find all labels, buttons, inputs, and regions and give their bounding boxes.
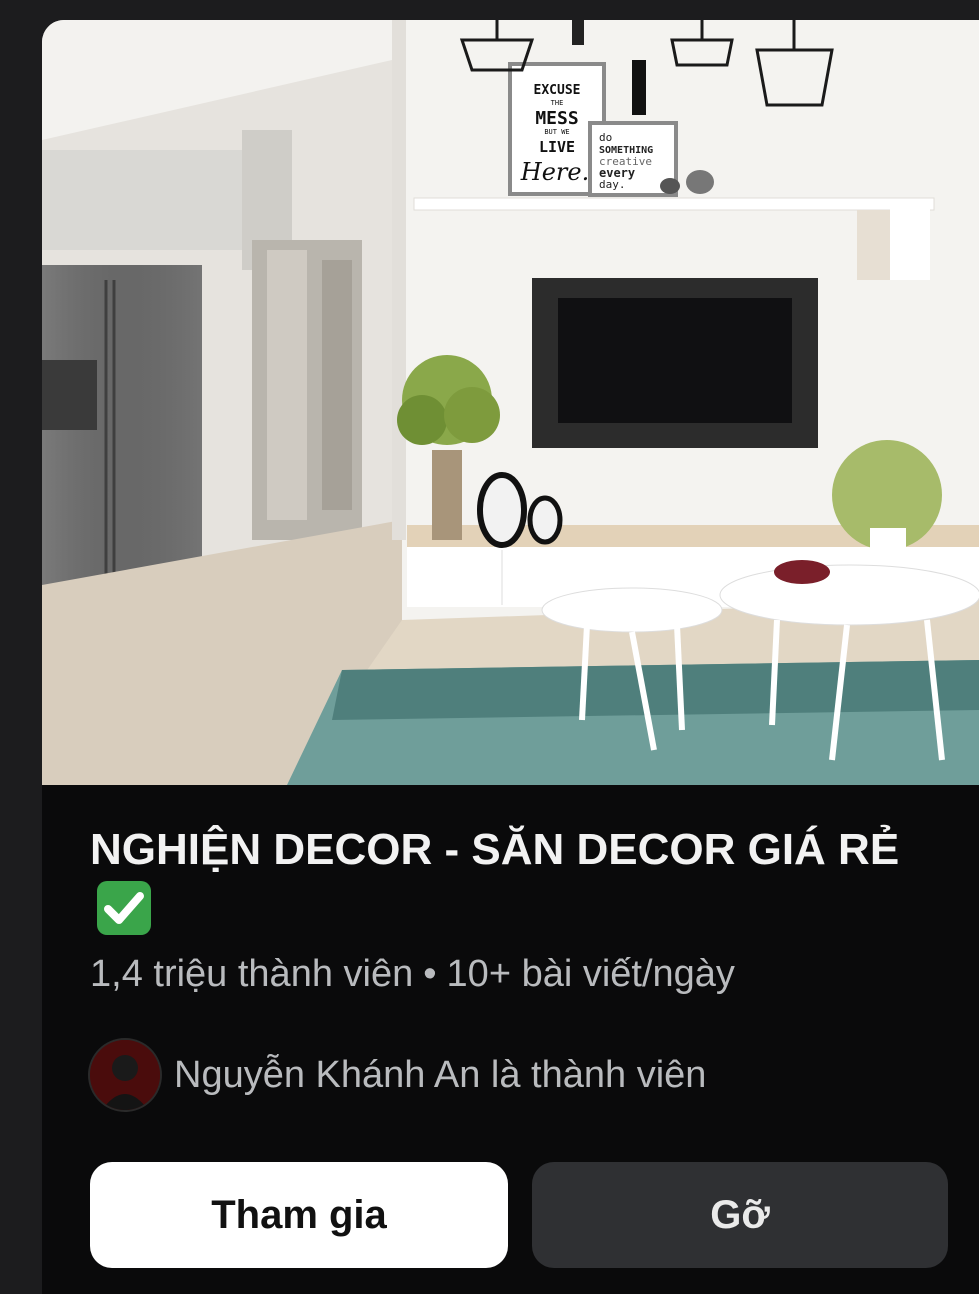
- join-button[interactable]: Tham gia: [90, 1162, 508, 1268]
- sign-line-3: MESS: [535, 108, 578, 129]
- sign2-line-5: day.: [599, 178, 626, 191]
- group-suggestion-card[interactable]: EXCUSE THE MESS BUT WE LIVE Here. do SOM…: [42, 20, 979, 1294]
- join-button-label: Tham gia: [211, 1192, 387, 1237]
- group-stats: 1,4 triệu thành viên • 10+ bài viết/ngày: [90, 950, 735, 998]
- group-cover-photo[interactable]: EXCUSE THE MESS BUT WE LIVE Here. do SOM…: [42, 20, 979, 785]
- living-room-image: EXCUSE THE MESS BUT WE LIVE Here. do SOM…: [42, 20, 979, 785]
- sign-line-5: LIVE: [539, 138, 575, 156]
- sign-line-6: Here.: [520, 158, 589, 186]
- sign-line-4: BUT WE: [544, 128, 569, 136]
- sign-line-1: EXCUSE: [534, 83, 581, 98]
- group-title[interactable]: NGHIỆN DECOR - SĂN DECOR GIÁ RẺ: [90, 822, 930, 940]
- separator-dot: •: [423, 953, 437, 995]
- avatar[interactable]: [90, 1040, 160, 1110]
- remove-button-label: Gỡ: [710, 1192, 770, 1237]
- person-silhouette-icon: [90, 1040, 160, 1110]
- friend-member-text: Nguyễn Khánh An là thành viên: [174, 1053, 707, 1096]
- remove-button[interactable]: Gỡ: [532, 1162, 948, 1268]
- sign-line-2: THE: [551, 99, 564, 107]
- post-frequency: 10+ bài viết/ngày: [446, 953, 735, 995]
- check-mark-button-icon: [97, 881, 151, 935]
- member-count: 1,4 triệu thành viên: [90, 953, 414, 995]
- sign2-line-1: do: [599, 131, 612, 144]
- group-title-text[interactable]: NGHIỆN DECOR - SĂN DECOR GIÁ RẺ: [90, 825, 899, 874]
- friend-member-row: Nguyễn Khánh An là thành viên: [90, 1038, 706, 1112]
